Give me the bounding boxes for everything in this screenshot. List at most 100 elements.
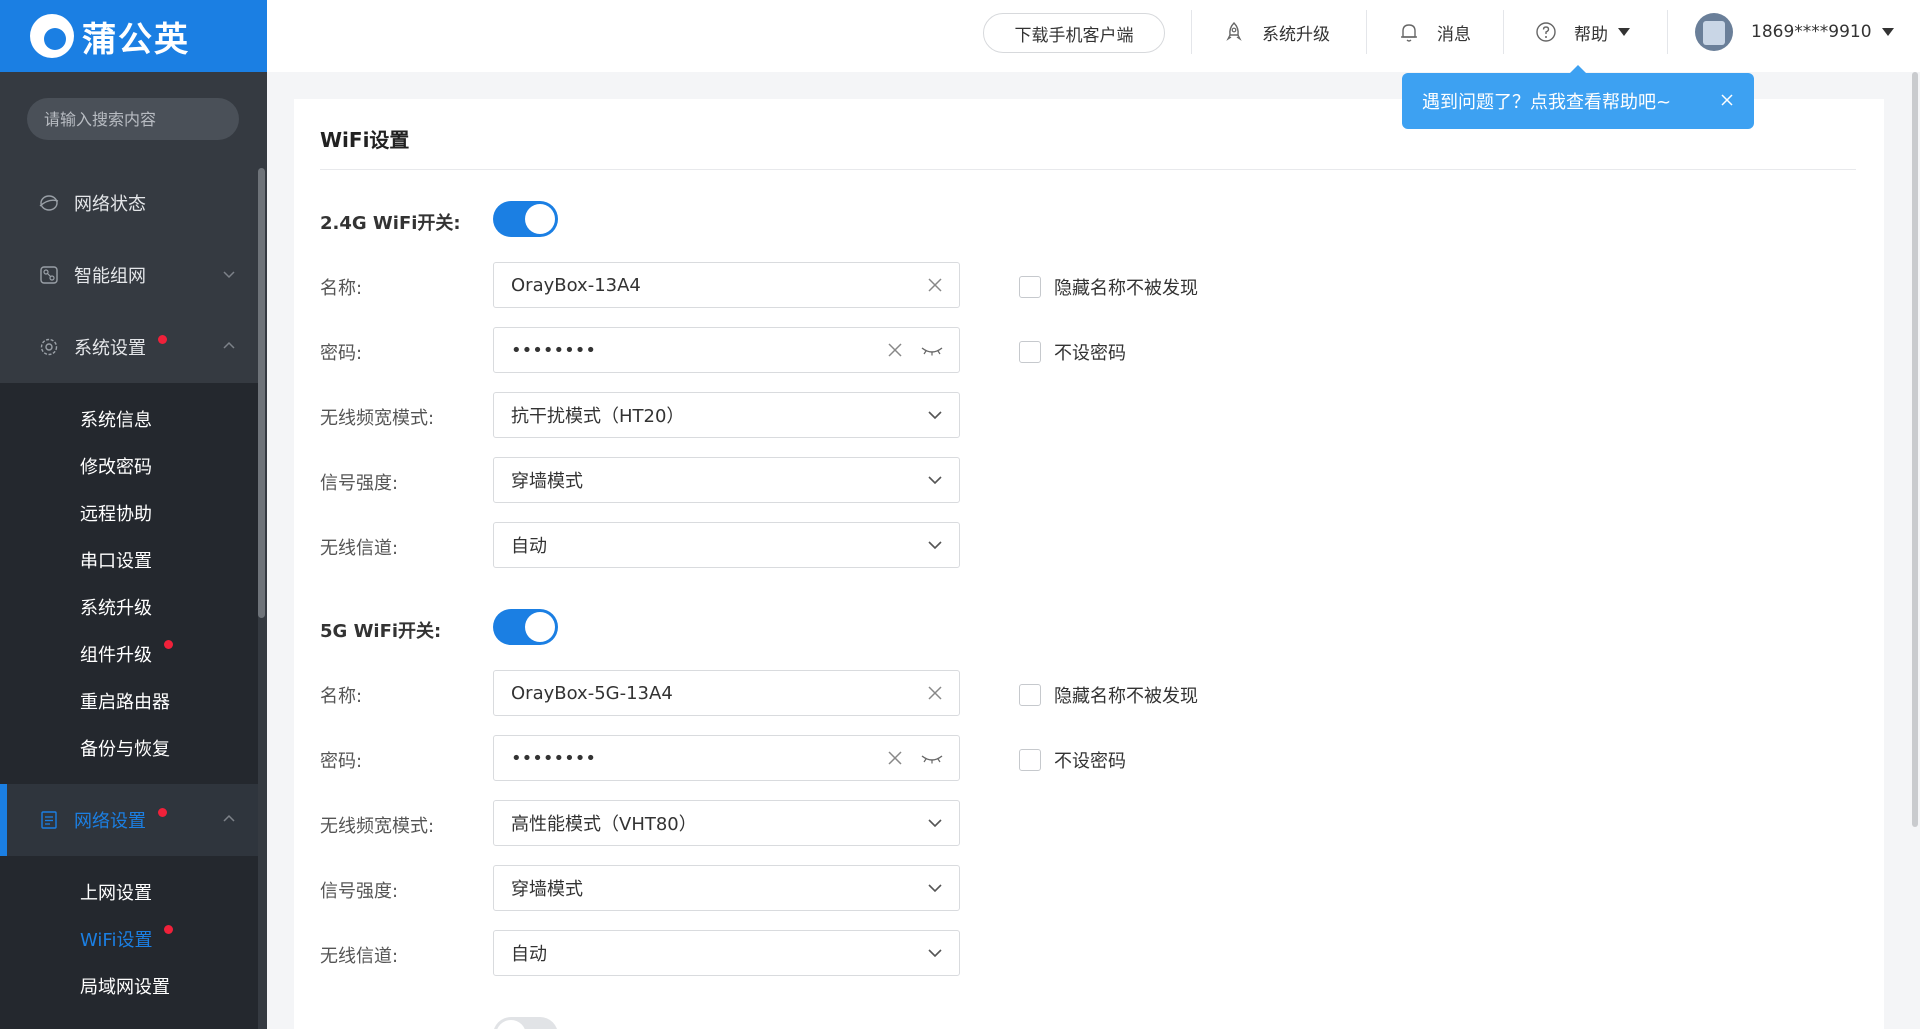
select-value: 穿墙模式: [511, 471, 583, 492]
wifi-5g-signal-select[interactable]: 穿墙模式: [493, 865, 960, 911]
checkbox-label: 不设密码: [1054, 751, 1126, 772]
sidebar-item-network-status[interactable]: 网络状态: [0, 167, 258, 239]
wifi-24g-name-input[interactable]: OrayBox-13A4: [493, 262, 960, 308]
wifi-5g-toggle[interactable]: [493, 609, 558, 645]
clear-icon[interactable]: [886, 341, 904, 359]
sidebar-item-system-settings[interactable]: 系统设置: [0, 311, 258, 383]
sidebar-subitem[interactable]: 修改密码: [0, 442, 258, 489]
document-icon: [38, 809, 60, 831]
sidebar-subitem-label: 组件升级: [80, 644, 152, 666]
notification-dot: [164, 925, 173, 934]
wifi-24g-signal-select[interactable]: 穿墙模式: [493, 457, 960, 503]
input-value: ••••••••: [511, 339, 596, 361]
eye-closed-icon[interactable]: [920, 749, 944, 767]
wifi-5g-signal-row: 信号强度: 穿墙模式: [320, 865, 1320, 911]
chevron-up-icon: [223, 814, 235, 822]
scrollbar-thumb[interactable]: [1912, 72, 1918, 827]
sidebar-subitem[interactable]: 上网设置: [0, 868, 258, 915]
sidebar-scrollbar[interactable]: [258, 168, 265, 618]
sidebar-subitem[interactable]: 系统信息: [0, 395, 258, 442]
wifi-24g-switch-row: 2.4G WiFi开关:: [320, 197, 1320, 243]
clear-icon[interactable]: [926, 684, 944, 702]
sidebar-subitem-wifi-settings[interactable]: WiFi设置: [0, 915, 258, 962]
wifi-5g-channel-row: 无线信道: 自动: [320, 930, 1320, 976]
chevron-down-icon: [928, 541, 942, 550]
wifi-24g-hide-ssid-checkbox[interactable]: 隐藏名称不被发现: [1019, 274, 1198, 300]
wifi-5g-hide-ssid-checkbox[interactable]: 隐藏名称不被发现: [1019, 682, 1198, 708]
chevron-down-icon: [928, 949, 942, 958]
sidebar-item-label: 网络状态: [74, 194, 146, 215]
clear-icon[interactable]: [926, 276, 944, 294]
network-icon: [38, 264, 60, 286]
notification-dot: [164, 640, 173, 649]
checkbox-box: [1019, 341, 1041, 363]
system-upgrade-label: 系统升级: [1262, 24, 1330, 45]
select-value: 穿墙模式: [511, 879, 583, 900]
system-settings-submenu: 系统信息 修改密码 远程协助 串口设置 系统升级 组件升级 重启路由器 备份与恢…: [0, 383, 258, 784]
wifi-5g-name-row: 名称: OrayBox-5G-13A4 隐藏名称不被发现: [320, 670, 1320, 716]
messages-link[interactable]: 消息: [1397, 0, 1471, 64]
question-circle-icon: [1536, 22, 1556, 42]
wifi-5g-bandwidth-select[interactable]: 高性能模式（VHT80）: [493, 800, 960, 846]
chevron-down-icon: [223, 271, 235, 279]
checkbox-label: 不设密码: [1054, 343, 1126, 364]
close-icon[interactable]: [1720, 93, 1734, 107]
wifi-24g-no-password-checkbox[interactable]: 不设密码: [1019, 339, 1126, 365]
sidebar-subitem[interactable]: 串口设置: [0, 536, 258, 583]
wifi-5g-no-password-checkbox[interactable]: 不设密码: [1019, 747, 1126, 773]
search-input[interactable]: [44, 109, 244, 129]
sidebar-menu: 网络状态 智能组网 系统设置 系统信息 修改密码 远程协助 串口设置 系统升级 …: [0, 167, 258, 1029]
divider: [1667, 10, 1668, 54]
wifi-settings-card: WiFi设置 2.4G WiFi开关: 名称: OrayBox-13A4 隐藏名…: [294, 99, 1884, 1029]
field-label: 密码:: [320, 751, 363, 772]
eye-closed-icon[interactable]: [920, 341, 944, 359]
sidebar-subitem[interactable]: 重启路由器: [0, 677, 258, 724]
logo-mark-icon: [30, 14, 74, 58]
notification-dot: [158, 335, 167, 344]
select-value: 自动: [511, 536, 547, 557]
wifi-24g-channel-select[interactable]: 自动: [493, 522, 960, 568]
select-value: 自动: [511, 944, 547, 965]
help-label: 帮助: [1574, 24, 1608, 45]
field-label: 无线频宽模式:: [320, 408, 435, 429]
wifi-24g-bandwidth-select[interactable]: 抗干扰模式（HT20）: [493, 392, 960, 438]
wifi-24g-password-input[interactable]: ••••••••: [493, 327, 960, 373]
download-app-button[interactable]: 下载手机客户端: [983, 13, 1165, 53]
page-title: WiFi设置: [320, 128, 410, 152]
chevron-down-icon: [928, 819, 942, 828]
wifi-5g-channel-select[interactable]: 自动: [493, 930, 960, 976]
wifi-24g-toggle[interactable]: [493, 201, 558, 237]
help-tooltip[interactable]: 遇到问题了？点我查看帮助吧~: [1402, 65, 1754, 129]
page-scrollbar[interactable]: [1911, 72, 1920, 1029]
top-header: 下载手机客户端 系统升级 消息 帮助 1869****9910: [267, 0, 1920, 72]
input-value: OrayBox-13A4: [511, 274, 641, 296]
sidebar-subitem-component-upgrade[interactable]: 组件升级: [0, 630, 258, 677]
select-value: 抗干扰模式（HT20）: [511, 406, 685, 427]
wifi-guest-toggle[interactable]: [493, 1017, 558, 1029]
network-settings-submenu: 上网设置 WiFi设置 局域网设置: [0, 856, 258, 1029]
clear-icon[interactable]: [886, 749, 904, 767]
wifi-5g-switch-row: 5G WiFi开关:: [320, 605, 1320, 651]
sidebar-item-label: 系统设置: [74, 338, 146, 359]
sidebar-item-network-settings[interactable]: 网络设置: [0, 784, 258, 856]
wifi-5g-name-input[interactable]: OrayBox-5G-13A4: [493, 670, 960, 716]
brand-name: 蒲公英: [82, 19, 190, 60]
select-value: 高性能模式（VHT80）: [511, 814, 697, 835]
sidebar-subitem[interactable]: 备份与恢复: [0, 724, 258, 771]
wifi-guest-switch-row: [320, 1013, 1320, 1029]
field-label: 密码:: [320, 343, 363, 364]
wifi-5g-password-input[interactable]: ••••••••: [493, 735, 960, 781]
sidebar-subitem[interactable]: 局域网设置: [0, 962, 258, 1009]
help-menu[interactable]: 帮助: [1534, 0, 1630, 64]
gear-icon: [38, 336, 60, 358]
sidebar-item-label: 网络设置: [74, 811, 146, 832]
checkbox-label: 隐藏名称不被发现: [1054, 278, 1198, 299]
sidebar-subitem[interactable]: 远程协助: [0, 489, 258, 536]
sidebar-item-smart-network[interactable]: 智能组网: [0, 239, 258, 311]
wifi-24g-channel-row: 无线信道: 自动: [320, 522, 1320, 568]
system-upgrade-link[interactable]: 系统升级: [1222, 0, 1330, 64]
user-menu[interactable]: 1869****9910: [1695, 0, 1894, 64]
sidebar-subitem[interactable]: 系统升级: [0, 583, 258, 630]
logo[interactable]: 蒲公英: [0, 0, 267, 72]
rocket-icon: [1226, 22, 1242, 41]
